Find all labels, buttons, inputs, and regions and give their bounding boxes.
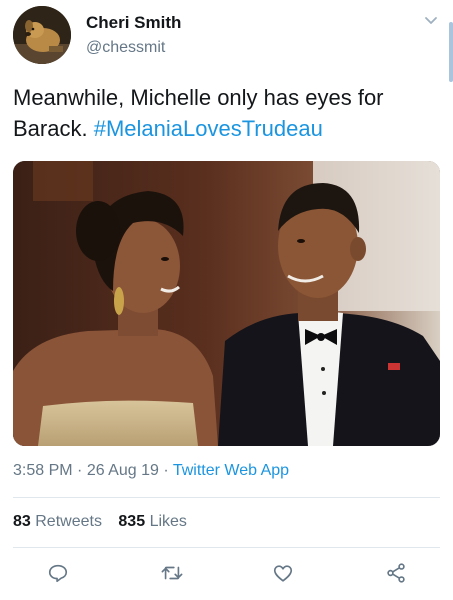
tweet-actions <box>0 558 453 592</box>
tweet-text: Meanwhile, Michelle only has eyes for Ba… <box>13 82 443 144</box>
retweets-label: Retweets <box>35 513 102 530</box>
heart-icon <box>273 565 293 582</box>
share-icon <box>387 563 405 583</box>
dog-avatar-image <box>13 6 71 64</box>
avatar[interactable] <box>13 6 71 64</box>
tweet-header: Cheri Smith @chessmit <box>13 6 439 66</box>
tweet-time[interactable]: 3:58 PM <box>13 462 73 479</box>
comment-icon <box>48 564 68 583</box>
retweet-icon <box>161 566 183 580</box>
tweet-source-link[interactable]: Twitter Web App <box>173 462 289 479</box>
divider <box>13 497 440 498</box>
share-button[interactable] <box>381 558 411 588</box>
user-handle[interactable]: @chessmit <box>86 39 165 57</box>
divider <box>13 547 440 548</box>
chevron-down-icon[interactable] <box>423 12 439 28</box>
likes-stat[interactable]: 835 Likes <box>118 513 187 530</box>
retweets-count: 83 <box>13 513 31 530</box>
photo-image <box>13 161 440 446</box>
retweets-stat[interactable]: 83 Retweets <box>13 513 102 530</box>
retweet-button[interactable] <box>157 558 187 588</box>
tweet-photo[interactable] <box>13 161 440 446</box>
meta-separator: · <box>158 462 173 479</box>
scroll-indicator <box>449 22 453 82</box>
reply-button[interactable] <box>43 558 73 588</box>
tweet-date[interactable]: 26 Aug 19 <box>87 462 159 479</box>
like-button[interactable] <box>268 558 298 588</box>
meta-separator: · <box>72 462 87 479</box>
tweet-meta: 3:58 PM · 26 Aug 19 · Twitter Web App <box>13 462 289 480</box>
tweet-stats: 83 Retweets 835 Likes <box>13 513 199 531</box>
likes-count: 835 <box>118 513 146 530</box>
likes-label: Likes <box>149 513 187 530</box>
display-name[interactable]: Cheri Smith <box>86 13 181 33</box>
hashtag-link[interactable]: #MelaniaLovesTrudeau <box>94 116 323 141</box>
